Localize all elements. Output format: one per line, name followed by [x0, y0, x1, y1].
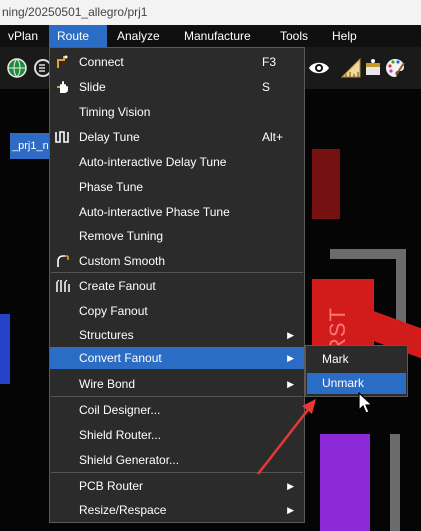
annotation-arrow: [257, 399, 316, 475]
mouse-cursor-icon: [358, 392, 374, 414]
